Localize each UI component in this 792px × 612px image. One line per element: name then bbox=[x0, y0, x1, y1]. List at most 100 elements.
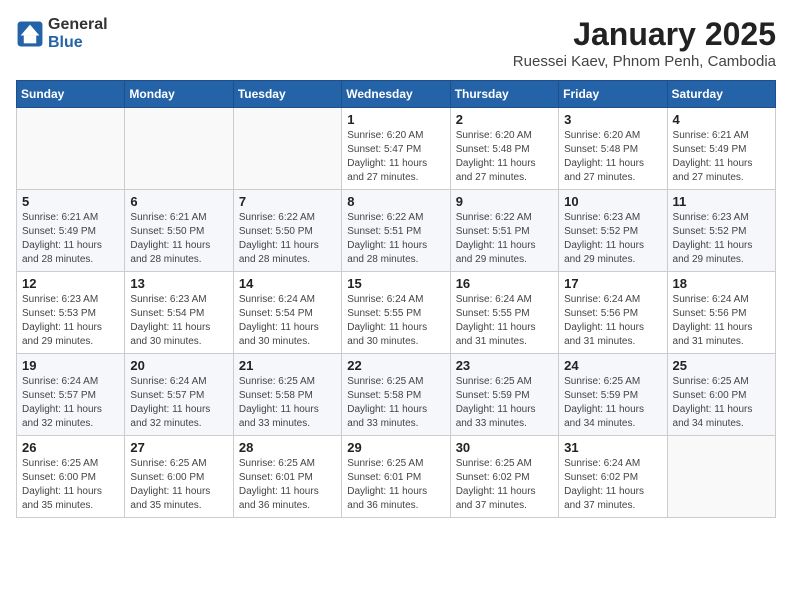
calendar-cell: 10 Sunrise: 6:23 AMSunset: 5:52 PMDayligh… bbox=[559, 190, 667, 272]
day-info: Sunrise: 6:25 AMSunset: 5:59 PMDaylight:… bbox=[564, 375, 661, 431]
calendar-body: 1Sunrise: 6:20 AMSunset: 5:47 PMDaylight… bbox=[17, 108, 776, 518]
day-number: 18 bbox=[673, 276, 770, 291]
day-info: Sunrise: 6:25 AMSunset: 6:00 PMDaylight:… bbox=[673, 375, 770, 431]
calendar-week-row: 12 Sunrise: 6:23 AMSunset: 5:53 PMDayligh… bbox=[17, 272, 776, 354]
day-number: 27 bbox=[130, 440, 227, 455]
day-number: 22 bbox=[347, 358, 444, 373]
day-number: 24 bbox=[564, 358, 661, 373]
day-number: 29 bbox=[347, 440, 444, 455]
day-info: Sunrise: 6:24 AMSunset: 5:57 PMDaylight:… bbox=[22, 375, 119, 431]
title-area: January 2025 Ruessei Kaev, Phnom Penh, C… bbox=[513, 16, 776, 70]
weekday-header-row: SundayMondayTuesdayWednesdayThursdayFrid… bbox=[17, 81, 776, 108]
day-info: Sunrise: 6:24 AMSunset: 5:57 PMDaylight:… bbox=[130, 375, 227, 431]
calendar-cell: 14Sunrise: 6:24 AMSunset: 5:54 PMDayligh… bbox=[233, 272, 341, 354]
calendar-cell bbox=[125, 108, 233, 190]
day-number: 25 bbox=[673, 358, 770, 373]
calendar-cell: 26Sunrise: 6:25 AMSunset: 6:00 PMDayligh… bbox=[17, 436, 125, 518]
calendar-cell: 4Sunrise: 6:21 AMSunset: 5:49 PMDaylight… bbox=[667, 108, 775, 190]
day-info: Sunrise: 6:25 AMSunset: 5:59 PMDaylight:… bbox=[456, 375, 553, 431]
calendar-cell bbox=[667, 436, 775, 518]
logo-icon bbox=[16, 20, 44, 48]
location-title: Ruessei Kaev, Phnom Penh, Cambodia bbox=[513, 53, 776, 70]
logo-blue-text: Blue bbox=[48, 34, 108, 52]
weekday-header-saturday: Saturday bbox=[667, 81, 775, 108]
calendar-cell: 12 Sunrise: 6:23 AMSunset: 5:53 PMDayligh… bbox=[17, 272, 125, 354]
day-number: 7 bbox=[239, 194, 336, 209]
day-number: 28 bbox=[239, 440, 336, 455]
day-info: Sunrise: 6:21 AMSunset: 5:49 PMDaylight:… bbox=[22, 211, 119, 267]
day-info: Sunrise: 6:21 AMSunset: 5:50 PMDaylight:… bbox=[130, 211, 227, 267]
day-info: Sunrise: 6:20 AMSunset: 5:47 PMDaylight:… bbox=[347, 129, 444, 185]
calendar-cell: 11Sunrise: 6:23 AMSunset: 5:52 PMDayligh… bbox=[667, 190, 775, 272]
day-info: Sunrise: 6:23 AMSunset: 5:52 PMDaylight:… bbox=[564, 211, 661, 267]
calendar-cell: 18 Sunrise: 6:24 AMSunset: 5:56 PMDayligh… bbox=[667, 272, 775, 354]
calendar-cell: 24 Sunrise: 6:25 AMSunset: 5:59 PMDayligh… bbox=[559, 354, 667, 436]
day-number: 4 bbox=[673, 112, 770, 127]
logo-general-text: General bbox=[48, 16, 108, 34]
day-number: 17 bbox=[564, 276, 661, 291]
calendar-cell: 22 Sunrise: 6:25 AMSunset: 5:58 PMDayligh… bbox=[342, 354, 450, 436]
weekday-header-monday: Monday bbox=[125, 81, 233, 108]
day-info: Sunrise: 6:23 AMSunset: 5:53 PMDaylight:… bbox=[22, 293, 119, 349]
day-info: Sunrise: 6:24 AMSunset: 5:55 PMDaylight:… bbox=[456, 293, 553, 349]
day-info: Sunrise: 6:20 AMSunset: 5:48 PMDaylight:… bbox=[564, 129, 661, 185]
day-number: 3 bbox=[564, 112, 661, 127]
day-number: 16 bbox=[456, 276, 553, 291]
day-info: Sunrise: 6:24 AMSunset: 5:56 PMDaylight:… bbox=[564, 293, 661, 349]
calendar-cell: 28 Sunrise: 6:25 AMSunset: 6:01 PMDayligh… bbox=[233, 436, 341, 518]
calendar-cell: 3 Sunrise: 6:20 AMSunset: 5:48 PMDaylight… bbox=[559, 108, 667, 190]
day-number: 19 bbox=[22, 358, 119, 373]
page-header: General Blue January 2025 Ruessei Kaev, … bbox=[16, 16, 776, 70]
calendar-week-row: 19 Sunrise: 6:24 AMSunset: 5:57 PMDayligh… bbox=[17, 354, 776, 436]
day-info: Sunrise: 6:25 AMSunset: 6:02 PMDaylight:… bbox=[456, 457, 553, 513]
calendar-cell: 29 Sunrise: 6:25 AMSunset: 6:01 PMDayligh… bbox=[342, 436, 450, 518]
day-number: 31 bbox=[564, 440, 661, 455]
calendar-cell bbox=[233, 108, 341, 190]
weekday-header-sunday: Sunday bbox=[17, 81, 125, 108]
day-number: 5 bbox=[22, 194, 119, 209]
calendar-cell: 20Sunrise: 6:24 AMSunset: 5:57 PMDayligh… bbox=[125, 354, 233, 436]
day-number: 11 bbox=[673, 194, 770, 209]
day-number: 15 bbox=[347, 276, 444, 291]
day-info: Sunrise: 6:25 AMSunset: 5:58 PMDaylight:… bbox=[347, 375, 444, 431]
day-number: 21 bbox=[239, 358, 336, 373]
calendar-cell: 5 Sunrise: 6:21 AMSunset: 5:49 PMDaylight… bbox=[17, 190, 125, 272]
day-number: 30 bbox=[456, 440, 553, 455]
calendar-cell: 9Sunrise: 6:22 AMSunset: 5:51 PMDaylight… bbox=[450, 190, 558, 272]
day-number: 12 bbox=[22, 276, 119, 291]
calendar-week-row: 26Sunrise: 6:25 AMSunset: 6:00 PMDayligh… bbox=[17, 436, 776, 518]
day-number: 23 bbox=[456, 358, 553, 373]
calendar-cell: 25 Sunrise: 6:25 AMSunset: 6:00 PMDayligh… bbox=[667, 354, 775, 436]
calendar-cell bbox=[17, 108, 125, 190]
day-number: 10 bbox=[564, 194, 661, 209]
day-info: Sunrise: 6:24 AMSunset: 6:02 PMDaylight:… bbox=[564, 457, 661, 513]
day-info: Sunrise: 6:24 AMSunset: 5:56 PMDaylight:… bbox=[673, 293, 770, 349]
month-title: January 2025 bbox=[513, 16, 776, 53]
day-info: Sunrise: 6:20 AMSunset: 5:48 PMDaylight:… bbox=[456, 129, 553, 185]
day-info: Sunrise: 6:25 AMSunset: 5:58 PMDaylight:… bbox=[239, 375, 336, 431]
calendar-cell: 13 Sunrise: 6:23 AMSunset: 5:54 PMDayligh… bbox=[125, 272, 233, 354]
day-info: Sunrise: 6:25 AMSunset: 6:00 PMDaylight:… bbox=[130, 457, 227, 513]
calendar-week-row: 5 Sunrise: 6:21 AMSunset: 5:49 PMDaylight… bbox=[17, 190, 776, 272]
day-info: Sunrise: 6:22 AMSunset: 5:50 PMDaylight:… bbox=[239, 211, 336, 267]
calendar-cell: 6Sunrise: 6:21 AMSunset: 5:50 PMDaylight… bbox=[125, 190, 233, 272]
day-number: 13 bbox=[130, 276, 227, 291]
day-info: Sunrise: 6:22 AMSunset: 5:51 PMDaylight:… bbox=[347, 211, 444, 267]
calendar-cell: 16 Sunrise: 6:24 AMSunset: 5:55 PMDayligh… bbox=[450, 272, 558, 354]
day-info: Sunrise: 6:25 AMSunset: 6:01 PMDaylight:… bbox=[347, 457, 444, 513]
calendar-cell: 31 Sunrise: 6:24 AMSunset: 6:02 PMDayligh… bbox=[559, 436, 667, 518]
calendar-cell: 21 Sunrise: 6:25 AMSunset: 5:58 PMDayligh… bbox=[233, 354, 341, 436]
day-info: Sunrise: 6:24 AMSunset: 5:54 PMDaylight:… bbox=[239, 293, 336, 349]
day-number: 2 bbox=[456, 112, 553, 127]
weekday-header-friday: Friday bbox=[559, 81, 667, 108]
calendar-cell: 15Sunrise: 6:24 AMSunset: 5:55 PMDayligh… bbox=[342, 272, 450, 354]
calendar-cell: 2 Sunrise: 6:20 AMSunset: 5:48 PMDaylight… bbox=[450, 108, 558, 190]
day-info: Sunrise: 6:25 AMSunset: 6:01 PMDaylight:… bbox=[239, 457, 336, 513]
calendar-table: SundayMondayTuesdayWednesdayThursdayFrid… bbox=[16, 80, 776, 518]
calendar-cell: 7 Sunrise: 6:22 AMSunset: 5:50 PMDaylight… bbox=[233, 190, 341, 272]
calendar-cell: 17 Sunrise: 6:24 AMSunset: 5:56 PMDayligh… bbox=[559, 272, 667, 354]
day-info: Sunrise: 6:23 AMSunset: 5:54 PMDaylight:… bbox=[130, 293, 227, 349]
weekday-header-tuesday: Tuesday bbox=[233, 81, 341, 108]
calendar-week-row: 1Sunrise: 6:20 AMSunset: 5:47 PMDaylight… bbox=[17, 108, 776, 190]
logo: General Blue bbox=[16, 16, 108, 51]
